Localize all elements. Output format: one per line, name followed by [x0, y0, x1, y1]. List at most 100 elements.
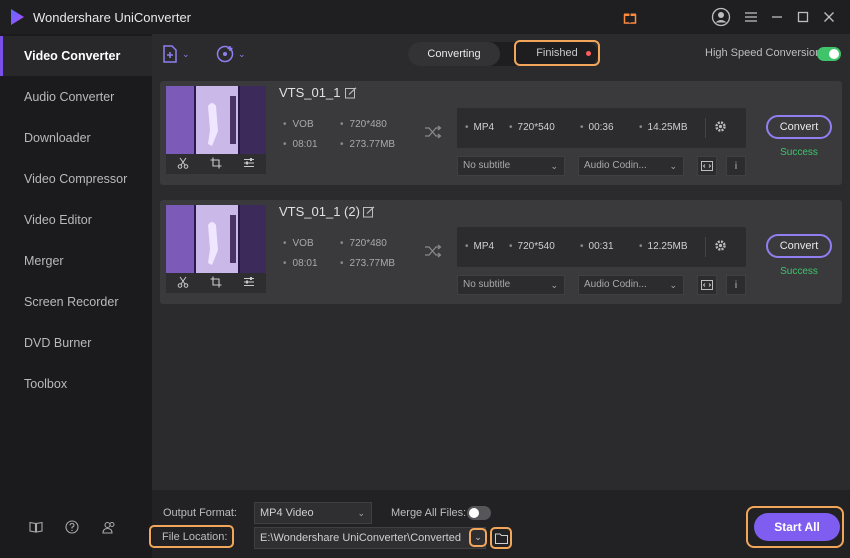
- trim-icon[interactable]: [177, 157, 189, 172]
- audio-value: Audio Codin...: [584, 160, 647, 171]
- subtitle-dropdown[interactable]: No subtitle ⌄: [457, 275, 565, 295]
- app-logo-icon: [11, 9, 24, 25]
- sidebar: Video Converter Audio Converter Download…: [0, 34, 152, 558]
- start-all-button[interactable]: Start All: [754, 513, 840, 541]
- effects-icon[interactable]: [243, 276, 255, 291]
- file-card: VTS_01_1 VOB 720*480 08:01 273.77MB MP4 …: [160, 81, 842, 185]
- gear-icon[interactable]: [714, 120, 727, 136]
- divider: [705, 237, 706, 257]
- maximize-icon[interactable]: [792, 6, 814, 28]
- file-location-dropdown-button[interactable]: ⌄: [469, 528, 487, 547]
- guide-book-icon[interactable]: [27, 518, 45, 536]
- output-duration: 00:31: [580, 241, 614, 252]
- source-resolution: 720*480: [340, 238, 387, 249]
- toggle-knob: [829, 49, 839, 59]
- output-format-label: Output Format:: [163, 507, 237, 519]
- users-icon[interactable]: [100, 518, 118, 536]
- merge-all-files-label: Merge All Files:: [391, 507, 467, 519]
- sidebar-item-video-editor[interactable]: Video Editor: [0, 200, 152, 240]
- trim-icon[interactable]: [177, 276, 189, 291]
- title-bar: Wondershare UniConverter: [0, 0, 850, 34]
- notification-dot: [586, 51, 591, 56]
- crop-icon[interactable]: [210, 157, 222, 172]
- crop-icon[interactable]: [210, 276, 222, 291]
- file-location-label: File Location:: [162, 531, 228, 543]
- divider: [705, 118, 706, 138]
- convert-arrow-icon: [424, 244, 442, 261]
- sidebar-item-dvd-burner[interactable]: DVD Burner: [0, 323, 152, 363]
- subtitle-dropdown[interactable]: No subtitle ⌄: [457, 156, 565, 176]
- subtitle-value: No subtitle: [463, 279, 511, 290]
- output-format: MP4: [465, 241, 495, 252]
- output-size: 14.25MB: [639, 122, 688, 133]
- output-settings-box[interactable]: MP4 720*540 00:36 14.25MB: [457, 108, 746, 148]
- thumbnail-tools: [166, 273, 266, 293]
- source-size: 273.77MB: [340, 139, 396, 150]
- tab-converting[interactable]: Converting: [408, 42, 500, 66]
- high-speed-conversion-toggle[interactable]: [817, 47, 841, 61]
- source-format: VOB: [283, 119, 314, 130]
- source-size: 273.77MB: [340, 258, 396, 269]
- file-location-value: E:\Wondershare UniConverter\Converted: [260, 532, 461, 544]
- sidebar-item-merger[interactable]: Merger: [0, 241, 152, 281]
- gear-icon[interactable]: [714, 239, 727, 255]
- chevron-down-icon: ⌄: [474, 532, 482, 542]
- file-location-input[interactable]: E:\Wondershare UniConverter\Converted: [254, 527, 486, 549]
- output-settings-box[interactable]: MP4 720*540 00:31 12.25MB: [457, 227, 746, 267]
- help-icon[interactable]: [63, 518, 81, 536]
- video-thumbnail[interactable]: [166, 205, 266, 273]
- app-title: Wondershare UniConverter: [33, 10, 191, 25]
- info-icon[interactable]: i: [726, 275, 746, 295]
- output-resolution: 720*540: [509, 122, 555, 133]
- convert-button[interactable]: Convert: [766, 234, 832, 258]
- chevron-down-icon: ⌄: [238, 48, 246, 59]
- sidebar-item-audio-converter[interactable]: Audio Converter: [0, 77, 152, 117]
- audio-dropdown[interactable]: Audio Codin... ⌄: [578, 156, 684, 176]
- file-card: VTS_01_1 (2) VOB 720*480 08:01 273.77MB …: [160, 200, 842, 304]
- effects-icon[interactable]: [243, 157, 255, 172]
- subtitle-value: No subtitle: [463, 160, 511, 171]
- subtitle-editor-icon[interactable]: [697, 275, 717, 295]
- menu-icon[interactable]: [740, 6, 762, 28]
- audio-value: Audio Codin...: [584, 279, 647, 290]
- convert-button[interactable]: Convert: [766, 115, 832, 139]
- open-folder-button[interactable]: [490, 527, 512, 549]
- file-name: VTS_01_1: [279, 85, 341, 100]
- chevron-down-icon: ⌄: [669, 280, 677, 290]
- status-success: Success: [780, 266, 818, 277]
- minimize-icon[interactable]: [766, 6, 788, 28]
- chevron-down-icon: ⌄: [357, 508, 365, 518]
- sidebar-item-video-converter[interactable]: Video Converter: [0, 36, 152, 76]
- rename-edit-icon[interactable]: [363, 206, 375, 221]
- sidebar-item-video-compressor[interactable]: Video Compressor: [0, 159, 152, 199]
- source-duration: 08:01: [283, 258, 318, 269]
- source-resolution: 720*480: [340, 119, 387, 130]
- chevron-down-icon: ⌄: [550, 161, 558, 171]
- sidebar-item-screen-recorder[interactable]: Screen Recorder: [0, 282, 152, 322]
- subtitle-editor-icon[interactable]: [697, 156, 717, 176]
- output-duration: 00:36: [580, 122, 614, 133]
- chevron-down-icon: ⌄: [550, 280, 558, 290]
- output-format-select[interactable]: MP4 Video ⌄: [254, 502, 372, 524]
- high-speed-conversion-label: High Speed Conversion: [705, 47, 822, 59]
- file-name: VTS_01_1 (2): [279, 204, 360, 219]
- output-size: 12.25MB: [639, 241, 688, 252]
- add-files-button[interactable]: ⌄: [162, 42, 190, 66]
- info-icon[interactable]: i: [726, 156, 746, 176]
- status-success: Success: [780, 147, 818, 158]
- sidebar-item-toolbox[interactable]: Toolbox: [0, 364, 152, 404]
- rename-edit-icon[interactable]: [345, 87, 357, 102]
- account-icon[interactable]: [710, 6, 732, 28]
- chevron-down-icon: ⌄: [182, 48, 190, 59]
- toggle-knob: [469, 508, 479, 518]
- close-icon[interactable]: [818, 6, 840, 28]
- video-thumbnail[interactable]: [166, 86, 266, 154]
- source-duration: 08:01: [283, 139, 318, 150]
- thumbnail-tools: [166, 154, 266, 174]
- audio-dropdown[interactable]: Audio Codin... ⌄: [578, 275, 684, 295]
- sidebar-item-downloader[interactable]: Downloader: [0, 118, 152, 158]
- merge-all-files-toggle[interactable]: [467, 506, 491, 520]
- load-dvd-button[interactable]: ⌄: [216, 42, 246, 66]
- gift-icon[interactable]: [619, 6, 641, 28]
- chevron-down-icon: ⌄: [669, 161, 677, 171]
